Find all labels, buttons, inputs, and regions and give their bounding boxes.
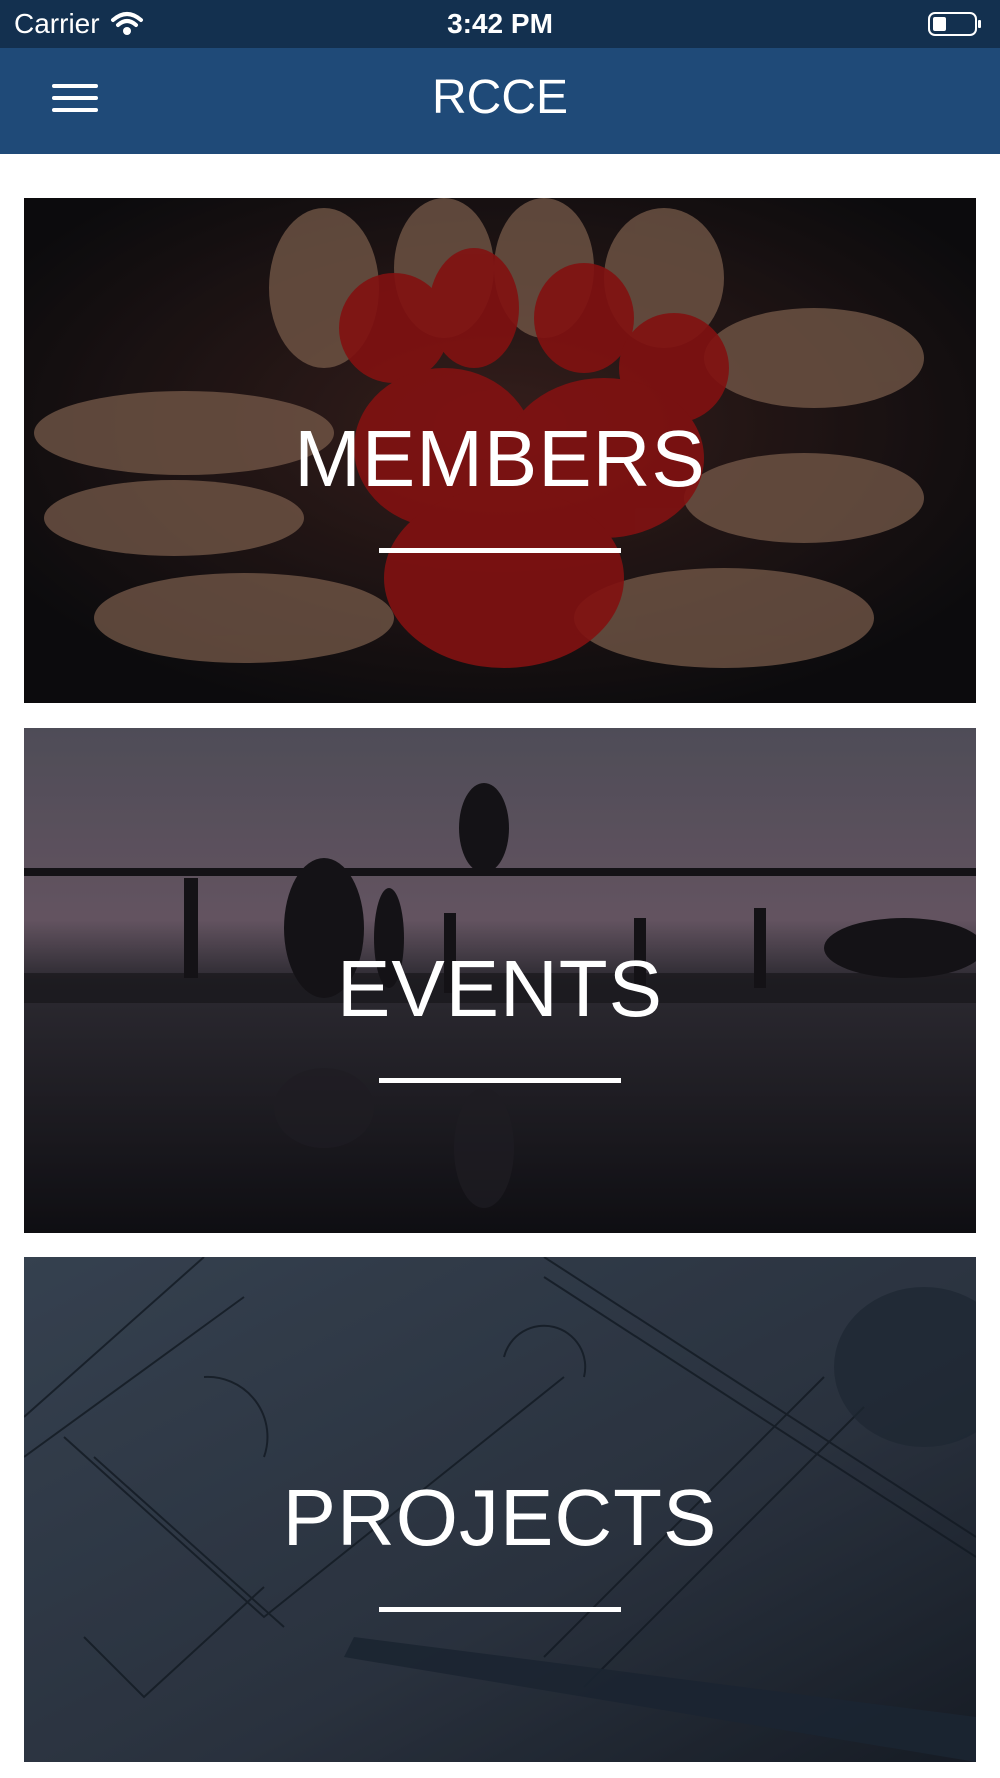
members-card[interactable]: MEMBERS <box>24 198 976 703</box>
events-card[interactable]: EVENTS <box>24 728 976 1233</box>
status-bar: Carrier 3:42 PM <box>0 0 1000 48</box>
page-title: RCCE <box>431 71 568 124</box>
battery-icon <box>928 12 981 36</box>
projects-label: PROJECTS <box>282 1473 718 1562</box>
members-underline <box>379 548 621 553</box>
events-underline <box>379 1078 621 1083</box>
clock: 3:42 PM <box>447 8 553 39</box>
events-label: EVENTS <box>336 944 664 1033</box>
navigation-bar: RCCE <box>0 48 1000 154</box>
projects-underline <box>379 1607 621 1612</box>
members-label: MEMBERS <box>294 414 706 503</box>
projects-card[interactable]: PROJECTS <box>24 1257 976 1762</box>
